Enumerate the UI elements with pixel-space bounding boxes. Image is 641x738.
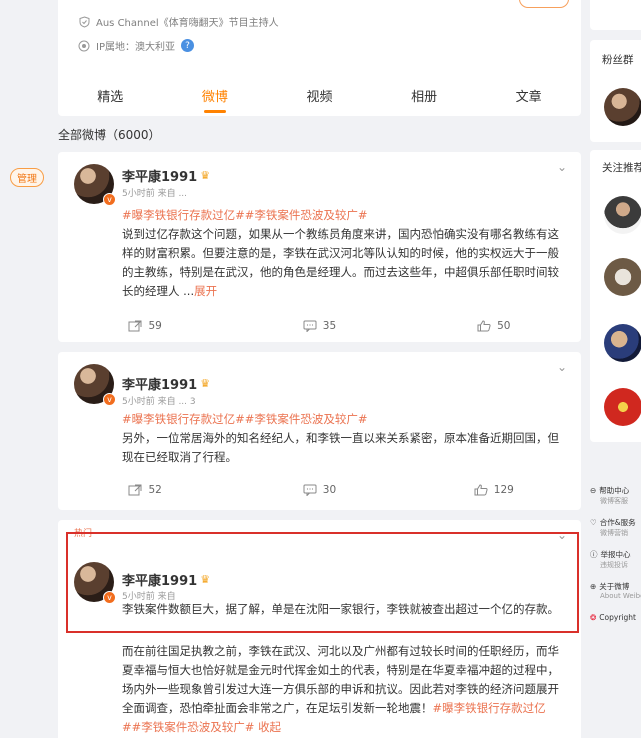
profile-tabs: 精选 微博 视频 相册 文章 [58, 86, 581, 111]
profile-ip: IP属地：澳大利亚 ? [78, 38, 194, 53]
chevron-down-icon[interactable]: ⌄ [557, 360, 567, 374]
tab-article[interactable]: 文章 [516, 86, 542, 111]
post-body: #曝李铁银行存款过亿##李铁案件恐波及较广# 说到过亿存款这个问题，如果从一个教… [122, 206, 563, 301]
like-count: 50 [497, 320, 511, 332]
help-circle-icon: ⊖ [590, 486, 597, 495]
footer-links: ⊖ 帮助中心 微博客服 ♡ 合作&服务 微博营销 ⓘ 举报中心 违规投诉 ⊕ 关于微博 … [590, 485, 641, 645]
follow-recommend-card: 关注推荐 [590, 150, 641, 442]
comment-button[interactable]: 35 [232, 320, 406, 332]
highlight-box [66, 532, 579, 633]
post-actions: 59 35 50 [58, 320, 581, 332]
help-icon[interactable]: ? [180, 39, 194, 52]
crown-icon: ♛ [200, 169, 211, 182]
post-hashtags[interactable]: #曝李铁银行存款过亿##李铁案件恐波及较广# [122, 206, 563, 225]
comment-button[interactable]: 30 [232, 484, 406, 496]
follow-button[interactable] [519, 0, 569, 8]
repost-count: 52 [148, 484, 162, 496]
post-text: 说到过亿存款这个问题，如果从一个教练员角度来讲，国内恐怕确实没有哪名教练有这样的… [122, 227, 559, 298]
avatar[interactable] [604, 258, 641, 296]
crown-icon: ♛ [200, 377, 211, 390]
repost-icon [128, 484, 142, 496]
profile-description-text: Aus Channel《体育嗨翻天》节目主持人 [96, 18, 279, 29]
thumbs-up-icon [477, 320, 491, 332]
fans-group-title: 粉丝群 [602, 54, 634, 66]
avatar[interactable] [604, 388, 641, 426]
tab-album[interactable]: 相册 [411, 86, 437, 111]
like-button[interactable]: 129 [407, 484, 581, 496]
footer-link-cooperation[interactable]: ♡ 合作&服务 微博营销 [590, 517, 641, 549]
comment-count: 35 [322, 320, 337, 332]
repost-button[interactable]: 59 [58, 320, 232, 332]
comment-count: 30 [322, 484, 337, 496]
verified-icon: v [103, 393, 116, 406]
repost-button[interactable]: 52 [58, 484, 232, 496]
post-card: v 李平康1991 ♛ 5小时前 来自 ... 3 ⌄ #曝李铁银行存款过亿##李… [58, 352, 581, 510]
tab-featured[interactable]: 精选 [97, 86, 123, 111]
heart-icon: ♡ [590, 518, 597, 527]
tab-weibo[interactable]: 微博 [202, 86, 228, 111]
post-author[interactable]: 李平康1991 ♛ [122, 166, 210, 185]
post-hashtags[interactable]: #曝李铁银行存款过亿##李铁案件恐波及较广# [122, 410, 563, 429]
post-meta: 5小时前 来自 ... 3 [122, 397, 196, 407]
chevron-down-icon[interactable]: ⌄ [557, 160, 567, 174]
comment-icon [303, 320, 317, 332]
all-weibo-count[interactable]: 全部微博（6000） [58, 126, 161, 143]
location-icon [78, 40, 90, 52]
post-meta: 5小时前 来自 ... [122, 189, 188, 199]
follow-recommend-title: 关注推荐 [602, 162, 641, 174]
like-count: 129 [493, 484, 514, 496]
manage-badge[interactable]: 管理 [10, 168, 44, 187]
profile-description: Aus Channel《体育嗨翻天》节目主持人 [78, 14, 279, 29]
post-card: v 李平康1991 ♛ 5小时前 来自 ... ⌄ #曝李铁银行存款过亿##李铁案… [58, 152, 581, 342]
footer-link-report[interactable]: ⓘ 举报中心 违规投诉 [590, 549, 641, 581]
alert-icon: ⓘ [590, 550, 598, 559]
like-button[interactable]: 50 [407, 320, 581, 332]
verified-icon: v [103, 193, 116, 206]
fans-group-card: 粉丝群 [590, 40, 641, 142]
main-feed: Aus Channel《体育嗨翻天》节目主持人 IP属地：澳大利亚 ? 精选 微… [58, 0, 581, 738]
globe-icon: ⊕ [590, 582, 597, 591]
expand-link[interactable]: 展开 [194, 284, 217, 298]
sidebar-top-card [590, 0, 641, 30]
post-author[interactable]: 李平康1991 ♛ [122, 374, 210, 393]
footer-link-help[interactable]: ⊖ 帮助中心 微博客服 [590, 485, 641, 517]
thumbs-up-icon [474, 484, 488, 496]
weibo-logo-icon: ❂ [590, 613, 597, 622]
post-actions: 52 30 129 [58, 484, 581, 496]
avatar[interactable]: v [74, 164, 116, 206]
footer-link-about[interactable]: ⊕ 关于微博 About Weibo [590, 581, 641, 613]
post-body: 而在前往国足执教之前，李铁在武汉、河北以及广州都有过较长时间的任职经历，而华夏幸… [122, 642, 563, 737]
avatar[interactable] [604, 196, 641, 234]
profile-card: Aus Channel《体育嗨翻天》节目主持人 IP属地：澳大利亚 ? 精选 微… [58, 0, 581, 116]
tab-video[interactable]: 视频 [306, 86, 332, 111]
comment-icon [303, 484, 317, 496]
collapse-link[interactable]: 收起 [258, 720, 281, 734]
post-text: 另外，一位常居海外的知名经纪人，和李铁一直以来关系紧密，原本准备近期回国，但现在… [122, 431, 559, 464]
avatar[interactable] [604, 88, 641, 126]
repost-count: 59 [148, 320, 162, 332]
avatar[interactable]: v [74, 364, 116, 406]
shield-icon [78, 15, 90, 28]
avatar[interactable] [604, 324, 641, 362]
post-body: #曝李铁银行存款过亿##李铁案件恐波及较广# 另外，一位常居海外的知名经纪人，和… [122, 410, 563, 467]
repost-icon [128, 320, 142, 332]
footer-copyright: ❂ Copyright [590, 613, 636, 622]
profile-ip-text: IP属地：澳大利亚 [96, 42, 175, 53]
